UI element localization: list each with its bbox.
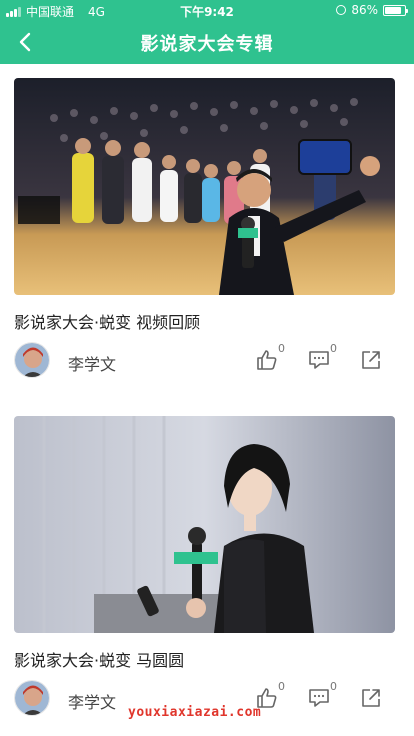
avatar[interactable] bbox=[14, 680, 50, 716]
like-count: 0 bbox=[278, 342, 285, 355]
app-header: 中国联通 4G 下午9:42 86% 影说家大会专辑 bbox=[0, 0, 414, 64]
video-title[interactable]: 影说家大会·蜕变 马圆圆 bbox=[14, 647, 184, 671]
thumbs-up-icon bbox=[257, 350, 277, 370]
like-button[interactable]: 0 bbox=[253, 342, 285, 374]
nav-bar: 影说家大会专辑 bbox=[0, 20, 414, 64]
action-bar: 0 0 bbox=[253, 342, 385, 374]
like-count: 0 bbox=[278, 680, 285, 693]
alarm-icon bbox=[336, 5, 347, 15]
action-bar: 0 0 bbox=[253, 680, 385, 712]
share-icon bbox=[362, 689, 380, 707]
comment-icon bbox=[309, 689, 329, 707]
video-thumbnail[interactable] bbox=[14, 78, 395, 295]
share-button[interactable] bbox=[357, 346, 385, 374]
share-button[interactable] bbox=[357, 684, 385, 712]
author-name[interactable]: 李学文 bbox=[68, 351, 116, 375]
comment-icon bbox=[309, 351, 329, 369]
battery-icon bbox=[383, 4, 408, 16]
group-selfie-image bbox=[14, 78, 395, 295]
comment-button[interactable]: 0 bbox=[305, 680, 337, 712]
site-watermark: youxiaxiazai.com bbox=[128, 705, 262, 720]
video-card[interactable]: 影说家大会·蜕变 视频回顾 李学文 0 0 bbox=[14, 78, 395, 378]
speaker-image bbox=[14, 416, 395, 633]
video-thumbnail[interactable] bbox=[14, 416, 395, 633]
battery-percent: 86% bbox=[351, 3, 378, 17]
author-name[interactable]: 李学文 bbox=[68, 689, 116, 713]
video-card[interactable]: 影说家大会·蜕变 马圆圆 李学文 0 0 bbox=[14, 416, 395, 716]
comment-count: 0 bbox=[330, 342, 337, 355]
video-title[interactable]: 影说家大会·蜕变 视频回顾 bbox=[14, 309, 200, 333]
comment-button[interactable]: 0 bbox=[305, 342, 337, 374]
share-icon bbox=[362, 351, 380, 369]
status-bar: 中国联通 4G 下午9:42 86% bbox=[0, 0, 414, 20]
comment-count: 0 bbox=[330, 680, 337, 693]
avatar[interactable] bbox=[14, 342, 50, 378]
page-title: 影说家大会专辑 bbox=[140, 34, 274, 55]
card-meta: 李学文 0 0 bbox=[14, 342, 395, 380]
